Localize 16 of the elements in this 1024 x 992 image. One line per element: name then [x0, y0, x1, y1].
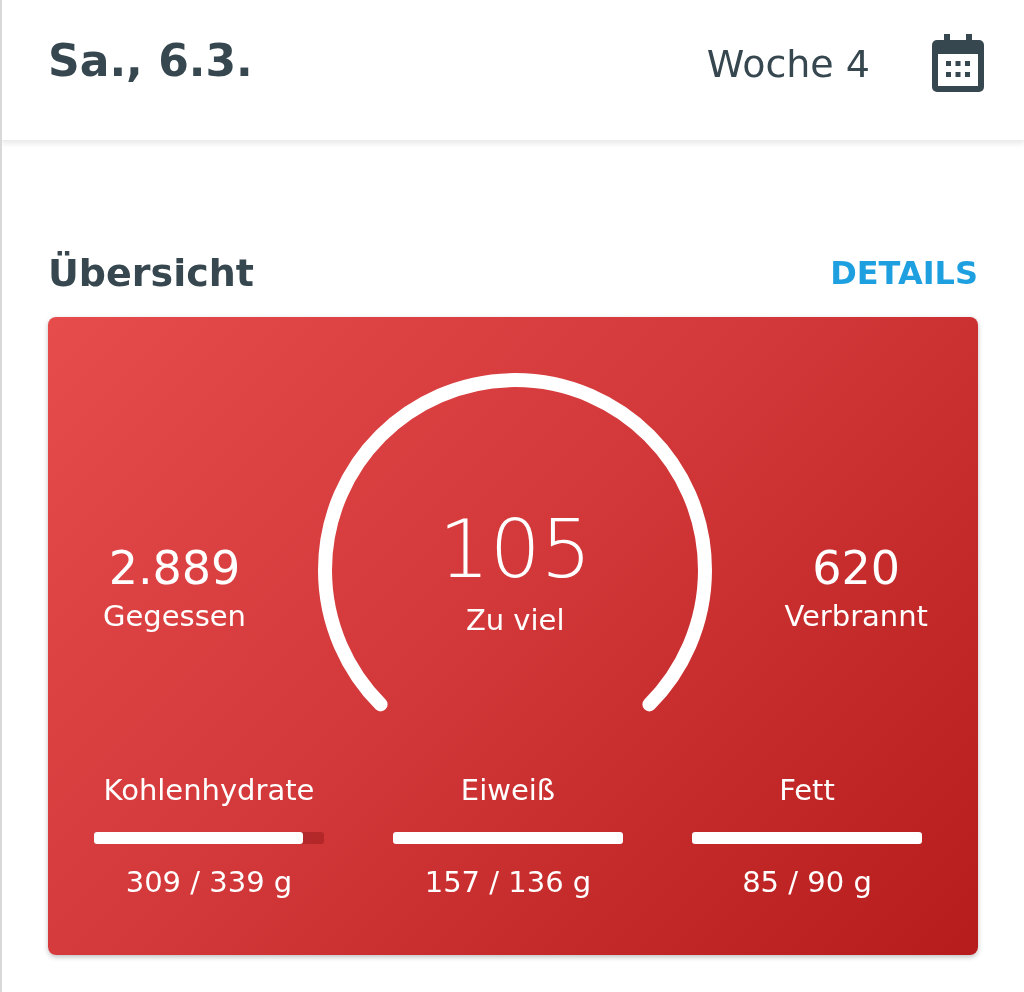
macro-name: Eiweiß [460, 772, 556, 809]
macro-reading: 85 / 90 g [742, 864, 872, 901]
calendar-icon[interactable] [930, 34, 986, 94]
remaining-label: Zu viel [465, 602, 565, 639]
macro-reading: 309 / 339 g [125, 864, 293, 901]
macro-name: Fett [779, 772, 835, 809]
week-label[interactable]: Woche 4 [706, 42, 870, 86]
macro-reading: 157 / 136 g [424, 864, 592, 901]
eaten-label: Gegessen [103, 598, 246, 635]
burned-value: 620 [812, 540, 901, 596]
eaten-value: 2.889 [108, 540, 241, 596]
section-title: Übersicht [48, 251, 254, 295]
macro-name: Kohlenhydrate [103, 772, 315, 809]
burned-label: Verbrannt [784, 598, 928, 635]
remaining-value: 105 [438, 502, 592, 598]
date-title: Sa., 6.3. [48, 34, 254, 86]
